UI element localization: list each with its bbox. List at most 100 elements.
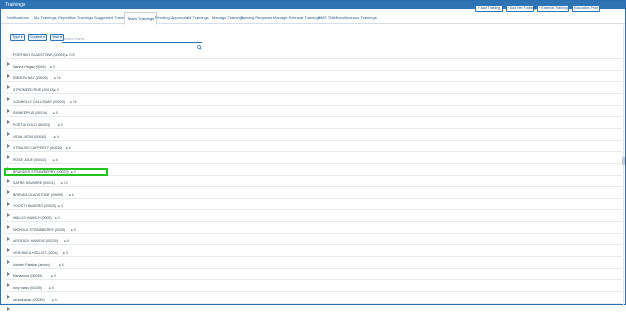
employee-name: Ashwin Patakar (anwin) bbox=[13, 262, 50, 267]
highlighted-employee-outline bbox=[4, 168, 108, 176]
employee-name: RAINEEPIUS (00016) bbox=[13, 111, 48, 116]
employee-name: NICHOLE STRAWBERRY (0035) bbox=[13, 227, 66, 232]
expand-caret-icon[interactable] bbox=[7, 286, 10, 299]
expand-caret-icon[interactable] bbox=[7, 216, 10, 230]
employee-row[interactable]: BRENDA GLADSTONE (09999) 6 bbox=[6, 191, 622, 206]
expand-caret-icon[interactable] bbox=[7, 239, 10, 253]
employee-row[interactable]: PORFIDIO GLADSTONE (00024)105 bbox=[6, 51, 622, 66]
expand-caret-icon[interactable] bbox=[7, 263, 10, 276]
tab-pms-tni[interactable]: PMS TNI bbox=[318, 12, 334, 24]
employee-row[interactable]: RAINEEPIUS (00016) 8 bbox=[6, 109, 622, 125]
expand-caret-icon[interactable] bbox=[7, 123, 10, 136]
employee-name: PORTIA GOLD (A0003) bbox=[13, 122, 51, 127]
employee-row[interactable]: SAFRE HAVARRE (00011) 15 bbox=[6, 179, 622, 195]
employee-row[interactable]: STROMEED RUE (00012)9 bbox=[6, 86, 622, 101]
training-count-badge: 16 bbox=[70, 98, 77, 106]
training-count-badge: 9 bbox=[50, 63, 55, 71]
training-count-badge: 15 bbox=[61, 179, 68, 187]
employee-name: VERONICA HOLLIST (0024) bbox=[13, 251, 58, 256]
expand-caret-icon[interactable] bbox=[7, 135, 10, 148]
employee-row[interactable]: ARCIDICK HANIDIS (00230) 6 bbox=[6, 237, 622, 253]
employee-row[interactable]: YOOST HAVARRO (00025)4 bbox=[6, 202, 622, 218]
employee-name: CONNOLLY CALLOWAY (00020) bbox=[13, 99, 65, 104]
context-filter-button[interactable]: Context ▾ bbox=[28, 34, 47, 41]
training-count-badge: 6 bbox=[69, 191, 74, 199]
training-count-badge: 5 bbox=[63, 249, 68, 257]
tab-repetitive-trainings[interactable]: Repetitive Trainings bbox=[58, 12, 93, 24]
expand-caret-icon[interactable] bbox=[7, 88, 10, 101]
employee-name: PORFIDIO GLADSTONE (00024) bbox=[13, 53, 66, 57]
scrollbar-track[interactable] bbox=[623, 25, 624, 305]
scrollbar-thumb[interactable] bbox=[622, 157, 625, 165]
employee-name: STRAUSS CAFFERTY (A0040) bbox=[13, 146, 63, 151]
tab-bar: Notifications My Trainings Repetitive Tr… bbox=[1, 12, 625, 25]
employee-row[interactable]: Ashwin Patakar (anwin) 6 bbox=[6, 261, 622, 276]
employee-name: VIDAL VEDA (00040) bbox=[13, 134, 47, 139]
expand-caret-icon[interactable] bbox=[7, 111, 10, 125]
tab-my-trainings[interactable]: My Trainings bbox=[34, 12, 57, 24]
training-count-badge: 15 bbox=[54, 74, 61, 82]
expand-caret-icon[interactable] bbox=[7, 53, 10, 66]
expand-caret-icon[interactable] bbox=[7, 274, 10, 288]
employee-name: WALLIS HAMICH (0005) bbox=[13, 216, 52, 221]
search-icon[interactable] bbox=[197, 37, 202, 50]
tab-all-trainings[interactable]: All Trainings bbox=[187, 12, 209, 24]
training-count-badge: 8 bbox=[53, 109, 58, 117]
training-count-badge: 6 bbox=[54, 133, 59, 141]
employee-row[interactable]: Rahamura (00049) 5 bbox=[6, 272, 622, 288]
add-her-training-button[interactable]: + Add Her Training bbox=[506, 5, 536, 12]
training-count-badge: 6 bbox=[71, 226, 76, 234]
employee-name: tony mass (00245) bbox=[13, 286, 42, 290]
employee-name: ROSE JUDE (00042) bbox=[13, 157, 47, 162]
employee-row[interactable]: WALLIS HAMICH (0005)4 bbox=[6, 214, 622, 230]
education-prior-button[interactable]: Education Prior bbox=[572, 5, 600, 12]
expand-caret-icon[interactable] bbox=[7, 193, 10, 206]
tab-manage-external-trainings[interactable]: Manage External Trainings bbox=[273, 12, 321, 24]
expand-caret-icon[interactable] bbox=[7, 158, 10, 171]
expand-caret-icon[interactable] bbox=[7, 100, 10, 113]
expand-caret-icon[interactable] bbox=[7, 65, 10, 78]
employee-row[interactable]: ravindrapan (00249) 5 bbox=[6, 296, 622, 311]
employee-row[interactable]: tony mass (00245) 6 bbox=[6, 284, 622, 299]
employee-row[interactable]: PORTIA GOLD (A0003) 8 bbox=[6, 121, 622, 136]
employee-row[interactable]: ROSE JUDE (00042) 6 bbox=[6, 156, 622, 171]
expand-caret-icon[interactable] bbox=[7, 251, 10, 265]
trainings-window: Trainings Notifications My Trainings Rep… bbox=[0, 0, 626, 311]
type-filter-button[interactable]: Type ▾ bbox=[10, 34, 25, 41]
tab-notifications[interactable]: Notifications bbox=[7, 12, 29, 24]
employee-row[interactable]: CONNOLLY CALLOWAY (00020) 16 bbox=[6, 98, 622, 113]
training-count-badge: 5 bbox=[52, 296, 57, 304]
employee-name: BRENDA GLADSTONE (09999) bbox=[13, 192, 63, 197]
window-title: Trainings bbox=[5, 2, 26, 8]
employee-name: EMISON NAY (00026) bbox=[13, 76, 48, 81]
employee-row[interactable]: VERONICA HOLLIST (0024) 5 bbox=[6, 249, 622, 265]
search-input[interactable]: Search Name... bbox=[62, 37, 202, 50]
expand-caret-icon[interactable] bbox=[7, 204, 10, 218]
expand-caret-icon[interactable] bbox=[7, 76, 10, 90]
expand-caret-icon[interactable] bbox=[7, 228, 10, 241]
employee-row[interactable]: VIDAL VEDA (00040) 6 bbox=[6, 133, 622, 148]
employee-row[interactable]: Nanna Hegan (0004) 9 bbox=[6, 63, 622, 78]
tab-miscellaneous-trainings[interactable]: Miscellaneous Trainings bbox=[334, 12, 377, 24]
expand-caret-icon[interactable] bbox=[7, 181, 10, 195]
employee-name: ARCIDICK HANIDIS (00230) bbox=[13, 239, 58, 244]
add-training-button[interactable]: + Add Training bbox=[475, 5, 503, 12]
training-count-badge: 6 bbox=[64, 237, 69, 245]
tab-pending-approvals[interactable]: Pending Approvals bbox=[155, 12, 188, 24]
training-count-badge: 6 bbox=[59, 261, 64, 269]
training-count-badge: 6 bbox=[49, 284, 54, 292]
employee-row[interactable]: EMISON NAY (00026) 15 bbox=[6, 74, 622, 90]
employee-name: ravindrapan (00249) bbox=[13, 297, 45, 302]
external-training-button[interactable]: + External Training bbox=[537, 5, 569, 12]
training-count-badge: 6 bbox=[66, 144, 71, 152]
employee-row[interactable]: NICHOLE STRAWBERRY (0035) 6 bbox=[6, 226, 622, 241]
employee-row[interactable]: STRAUSS CAFFERTY (A0040)6 bbox=[6, 144, 622, 160]
training-count-badge: 105 bbox=[66, 51, 75, 59]
training-count-badge: 6 bbox=[53, 156, 58, 164]
tab-training-requests[interactable]: Training Requests bbox=[240, 12, 272, 24]
tab-team-trainings[interactable]: Team Trainings bbox=[124, 12, 158, 25]
employee-name: YOOST HAVARRO (00025) bbox=[13, 204, 56, 209]
expand-caret-icon[interactable] bbox=[7, 298, 10, 311]
expand-caret-icon[interactable] bbox=[7, 146, 10, 160]
employee-name: Rahamura (00049) bbox=[13, 274, 43, 279]
